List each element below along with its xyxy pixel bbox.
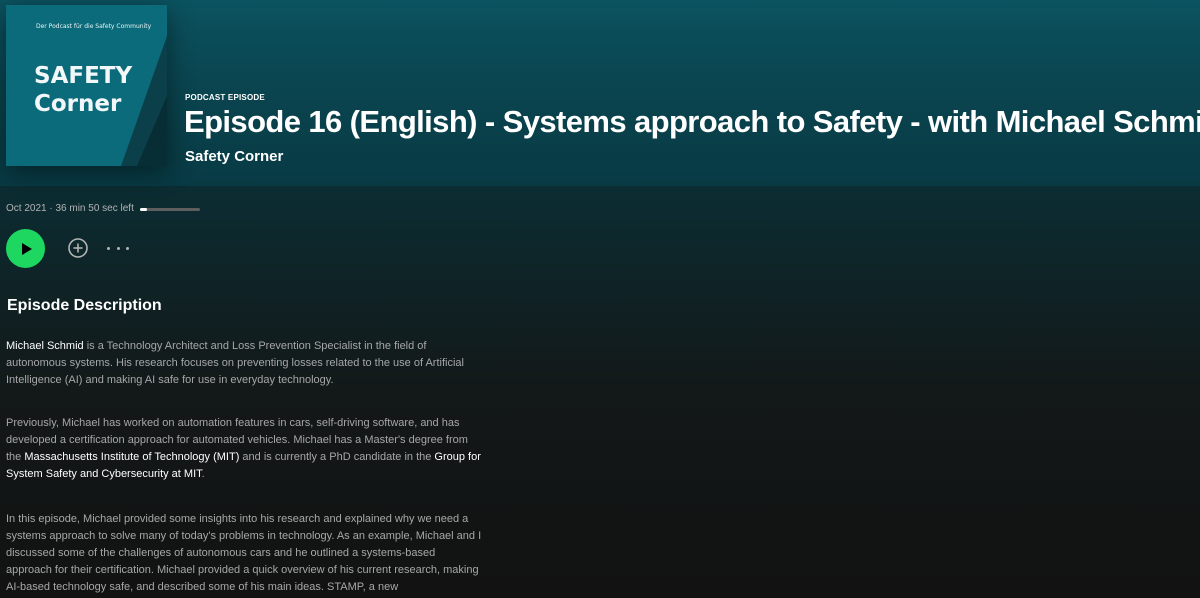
description-paragraph-3: In this episode, Michael provided some i… [6,511,484,596]
episode-date-duration: Oct 2021 · 36 min 50 sec left [6,203,134,214]
add-to-library-button[interactable] [68,238,88,258]
description-text: and is currently a PhD candidate in the [239,451,435,463]
mit-link[interactable]: Massachusetts Institute of Technology (M… [24,451,239,463]
more-options-icon [116,246,120,250]
episode-title: Episode 16 (English) - Systems approach … [184,104,1200,139]
description-text: . [201,468,205,480]
description-text: In this episode, Michael provided some i… [6,513,482,593]
podcast-cover-art: Der Podcast für die Safety Community SAF… [6,5,167,166]
description-paragraph-2: Previously, Michael has worked on automa… [6,415,484,483]
more-options-icon [126,246,129,250]
cover-shape-inner [137,96,167,166]
more-options-icon [107,246,110,250]
play-icon [21,242,32,255]
episode-progress-bar [140,208,200,211]
play-button[interactable] [6,229,45,268]
episode-progress-fill [140,208,148,211]
episode-description-heading: Episode Description [7,297,162,314]
cover-title-line2: Corner [34,91,122,117]
add-circle-icon [68,238,88,258]
more-options-button[interactable] [107,240,129,256]
cover-tagline: Der Podcast für die Safety Community [36,23,152,30]
cover-title-line1: SAFETY [34,63,133,89]
description-paragraph-1: Michael Schmid is a Technology Architect… [6,338,484,389]
header-background [0,0,1200,186]
show-name-link[interactable]: Safety Corner [185,148,283,165]
episode-type-label: PODCAST EPISODE [185,93,265,102]
cover-title: SAFETY Corner [34,62,132,118]
guest-name: Michael Schmid [6,340,84,352]
